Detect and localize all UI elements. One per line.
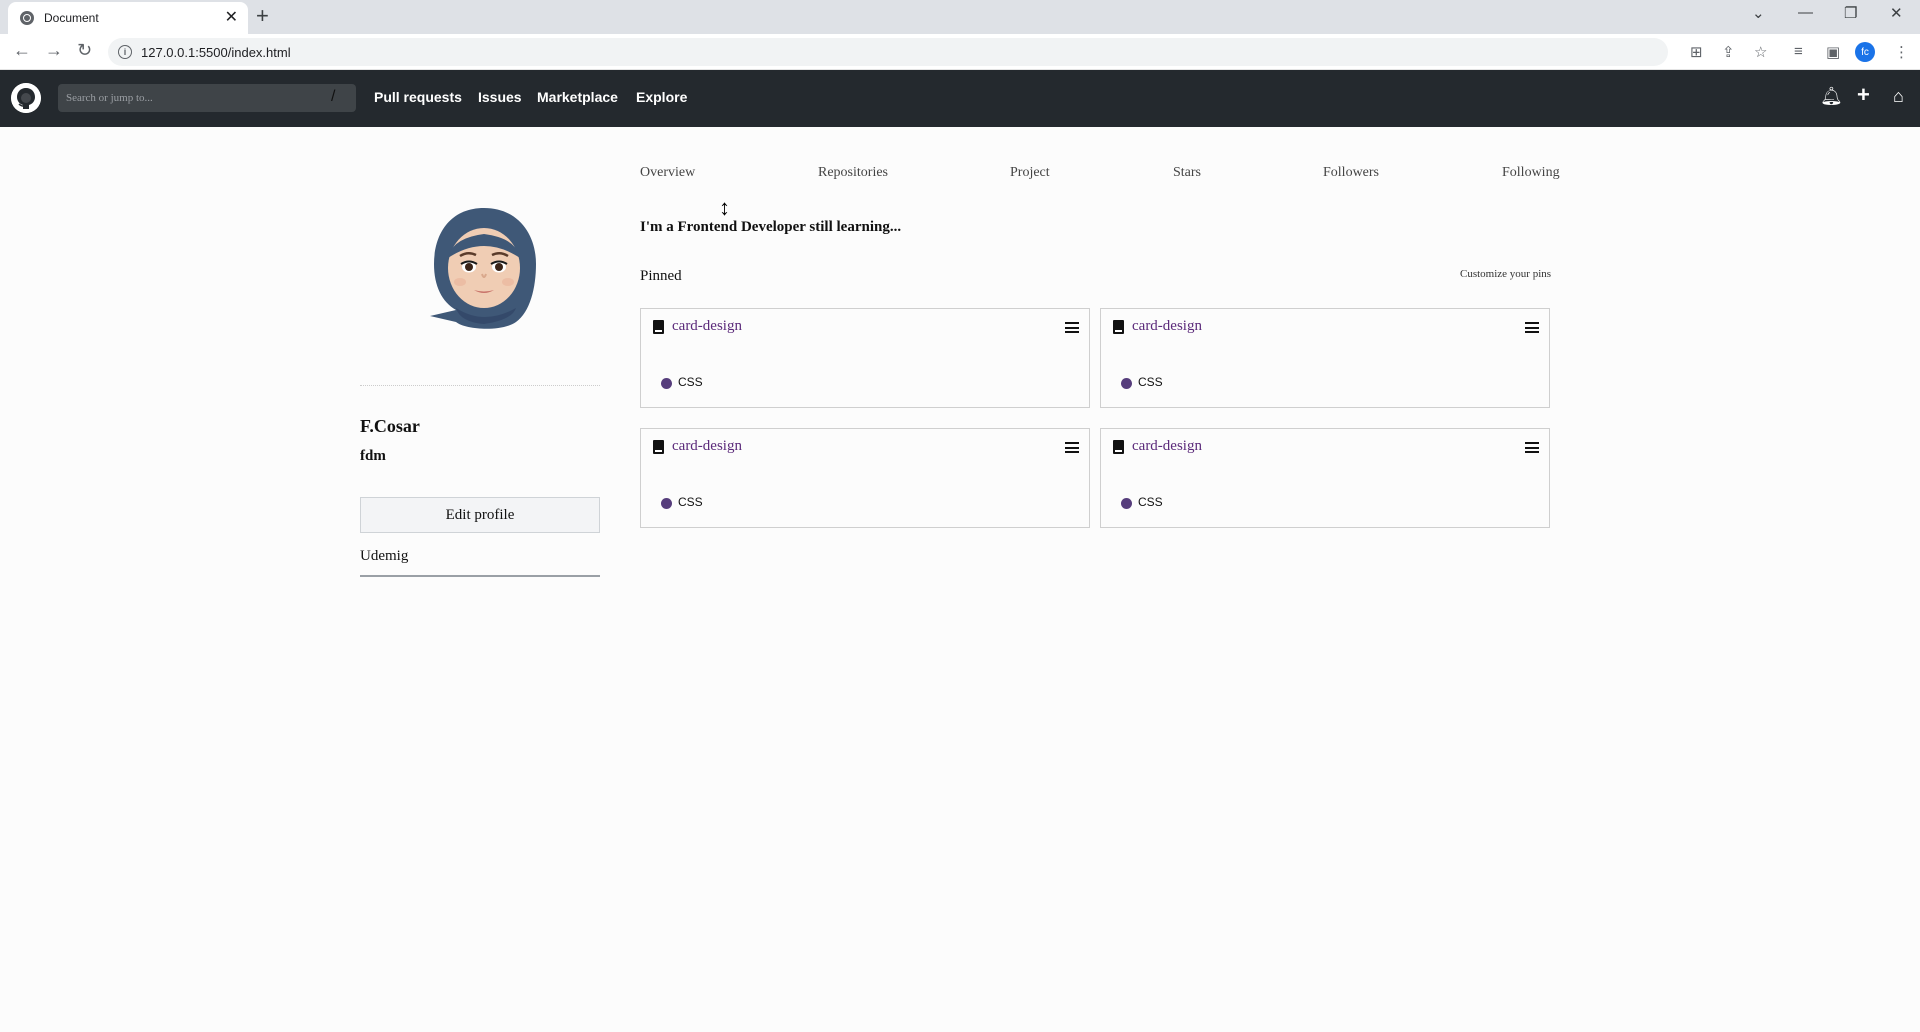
repo-language: CSS bbox=[678, 495, 703, 509]
forward-icon[interactable]: → bbox=[45, 40, 63, 61]
nav-issues[interactable]: Issues bbox=[478, 89, 522, 105]
globe-icon bbox=[20, 11, 34, 25]
nav-marketplace[interactable]: Marketplace bbox=[537, 89, 618, 105]
tab-overview[interactable]: Overview bbox=[640, 165, 695, 181]
repo-book-icon bbox=[1113, 440, 1124, 454]
divider bbox=[360, 575, 600, 577]
reading-list-icon[interactable]: ≡ bbox=[1794, 43, 1803, 60]
reload-icon[interactable]: ↻ bbox=[77, 40, 92, 61]
pinned-repo-card[interactable]: card-design CSS bbox=[640, 308, 1090, 408]
language-color-dot bbox=[1121, 498, 1132, 509]
tab-search-icon[interactable]: ⌄ bbox=[1752, 4, 1765, 22]
tab-following[interactable]: Following bbox=[1502, 165, 1560, 181]
address-bar[interactable]: i 127.0.0.1:5500/index.html bbox=[108, 38, 1668, 66]
back-icon[interactable]: ← bbox=[13, 40, 31, 61]
repo-language: CSS bbox=[1138, 375, 1163, 389]
menu-icon[interactable] bbox=[1525, 322, 1539, 333]
notification-bell-icon[interactable]: 🔔︎ bbox=[1820, 86, 1843, 107]
menu-dots-icon[interactable]: ⋮ bbox=[1894, 43, 1909, 61]
customize-pins-link[interactable]: Customize your pins bbox=[1460, 268, 1551, 280]
resize-cursor-icon: ↕ bbox=[719, 195, 730, 220]
site-header: / Pull requests Issues Marketplace Explo… bbox=[0, 70, 1920, 127]
avatar bbox=[416, 204, 552, 336]
browser-tab[interactable]: Document ✕ bbox=[8, 2, 248, 34]
tab-repositories[interactable]: Repositories bbox=[818, 165, 888, 181]
translate-icon[interactable]: ⊞ bbox=[1690, 43, 1703, 61]
profile-username: fdm bbox=[360, 448, 386, 464]
pinned-repo-card[interactable]: card-design CSS bbox=[1100, 428, 1550, 528]
tab-stars[interactable]: Stars bbox=[1173, 165, 1201, 181]
tab-project[interactable]: Project bbox=[1010, 165, 1050, 181]
divider bbox=[360, 385, 600, 386]
browser-toolbar: ← → ↻ i 127.0.0.1:5500/index.html ⊞ ⇪ ☆ … bbox=[0, 34, 1920, 70]
pinned-heading: Pinned bbox=[640, 268, 682, 284]
tab-title: Document bbox=[44, 11, 99, 25]
close-window-icon[interactable]: ✕ bbox=[1890, 4, 1903, 22]
language-color-dot bbox=[661, 378, 672, 389]
language-color-dot bbox=[1121, 378, 1132, 389]
pinned-repo-card[interactable]: card-design CSS bbox=[640, 428, 1090, 528]
browser-tabstrip: Document ✕ + ⌄ — ❐ ✕ bbox=[0, 0, 1920, 34]
profile-avatar[interactable]: fc bbox=[1855, 42, 1875, 62]
plus-icon[interactable]: + bbox=[1857, 82, 1870, 108]
menu-icon[interactable] bbox=[1065, 442, 1079, 453]
restore-icon[interactable]: ❐ bbox=[1844, 4, 1857, 22]
tab-followers[interactable]: Followers bbox=[1323, 165, 1379, 181]
new-tab-button[interactable]: + bbox=[256, 5, 269, 27]
repo-language: CSS bbox=[678, 375, 703, 389]
bookmark-star-icon[interactable]: ☆ bbox=[1754, 43, 1767, 61]
github-logo-icon[interactable] bbox=[11, 83, 41, 113]
minimize-icon[interactable]: — bbox=[1798, 4, 1813, 21]
menu-icon[interactable] bbox=[1065, 322, 1079, 333]
tab-close-icon[interactable]: ✕ bbox=[225, 10, 238, 26]
repo-book-icon bbox=[653, 320, 664, 334]
side-panel-icon[interactable]: ▣ bbox=[1826, 43, 1840, 61]
url-text: 127.0.0.1:5500/index.html bbox=[141, 44, 291, 60]
repo-book-icon bbox=[653, 440, 664, 454]
profile-full-name: F.Cosar bbox=[360, 416, 420, 436]
language-color-dot bbox=[661, 498, 672, 509]
pinned-repo-card[interactable]: card-design CSS bbox=[1100, 308, 1550, 408]
repo-language: CSS bbox=[1138, 495, 1163, 509]
slash-shortcut-icon: / bbox=[331, 88, 336, 105]
edit-profile-button[interactable]: Edit profile bbox=[360, 497, 600, 533]
home-icon[interactable]: ⌂ bbox=[1893, 86, 1904, 107]
repo-name-link[interactable]: card-design bbox=[672, 438, 742, 455]
nav-explore[interactable]: Explore bbox=[636, 89, 687, 105]
profile-organization: Udemig bbox=[360, 548, 409, 564]
share-icon[interactable]: ⇪ bbox=[1722, 43, 1735, 61]
repo-name-link[interactable]: card-design bbox=[1132, 438, 1202, 455]
repo-book-icon bbox=[1113, 320, 1124, 334]
nav-pull-requests[interactable]: Pull requests bbox=[374, 89, 462, 105]
info-icon[interactable]: i bbox=[118, 45, 132, 59]
repo-name-link[interactable]: card-design bbox=[1132, 318, 1202, 335]
repo-name-link[interactable]: card-design bbox=[672, 318, 742, 335]
menu-icon[interactable] bbox=[1525, 442, 1539, 453]
search-input[interactable] bbox=[58, 84, 356, 112]
profile-bio: I'm a Frontend Developer still learning.… bbox=[640, 219, 902, 235]
